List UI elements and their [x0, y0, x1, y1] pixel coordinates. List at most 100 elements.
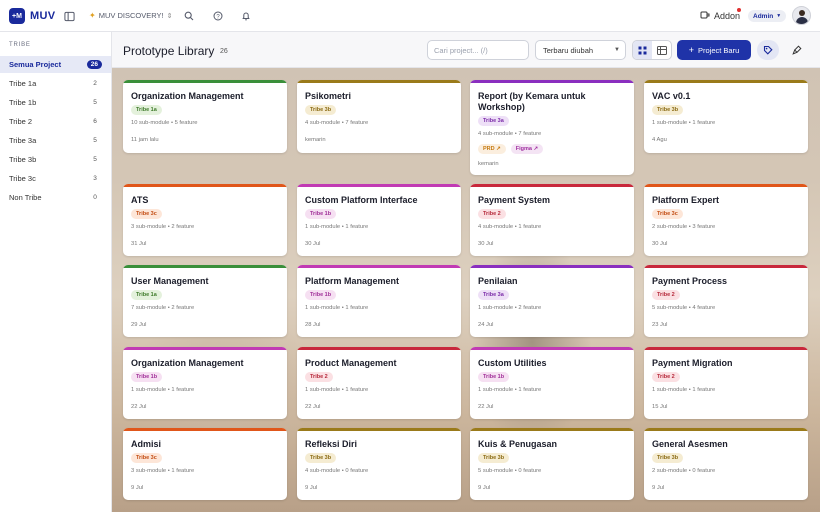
logo-text[interactable]: MUV	[30, 10, 55, 22]
project-stats: 1 sub-module • 1 feature	[652, 387, 716, 393]
chevron-down-icon: ▼	[776, 13, 782, 19]
addon-button[interactable]: Addon	[700, 8, 741, 22]
help-icon[interactable]: ?	[211, 9, 225, 23]
project-stats: 4 sub-module • 0 feature	[305, 468, 369, 474]
tribe-color-stripe	[123, 428, 287, 431]
project-card[interactable]: Platform Management Tribe 1b 1 sub-module …	[297, 265, 461, 337]
tribe-badge: Tribe 1a	[131, 105, 162, 115]
tribe-color-stripe	[470, 184, 634, 187]
sidebar-item-tribe-1b[interactable]: Tribe 1b 5	[0, 94, 111, 111]
sidebar-item-label: Tribe 3b	[9, 155, 37, 164]
project-card[interactable]: Refleksi Diri Tribe 3b 4 sub-module • 0 fe…	[297, 428, 461, 500]
project-stats: 4 sub-module • 7 feature	[305, 120, 369, 126]
role-selector[interactable]: Admin ▼	[748, 10, 787, 22]
tribe-color-stripe	[644, 265, 808, 268]
project-card[interactable]: Payment Process Tribe 2 5 sub-module • 4 f…	[644, 265, 808, 337]
figma-link[interactable]: Figma ↗	[510, 144, 544, 154]
chevron-updown-icon: ⇕	[166, 12, 173, 20]
sidebar-item-label: Non Tribe	[9, 193, 42, 202]
project-title: Report (by Kemara untuk Workshop)	[478, 91, 586, 112]
project-card[interactable]: Platform Expert Tribe 3c 2 sub-module • 3 …	[644, 184, 808, 256]
prd-link[interactable]: PRD ↗	[478, 144, 506, 154]
tribe-badge: Tribe 3c	[131, 209, 162, 219]
project-title: Platform Management	[305, 276, 400, 286]
logo-mark[interactable]: +M	[9, 8, 25, 24]
project-updated-date: 28 Jul	[305, 322, 321, 328]
sidebar-item-non-tribe[interactable]: Non Tribe 0	[0, 189, 111, 206]
sidebar-item-tribe-3a[interactable]: Tribe 3a 5	[0, 132, 111, 149]
project-title: Payment Migration	[652, 358, 733, 368]
tribe-color-stripe	[297, 80, 461, 83]
tag-icon[interactable]	[757, 40, 779, 60]
project-card[interactable]: Payment Migration Tribe 2 1 sub-module • 1…	[644, 347, 808, 419]
project-updated-date: 4 Agu	[652, 137, 667, 143]
project-updated-date: 30 Jul	[652, 241, 668, 247]
tribe-color-stripe	[297, 347, 461, 350]
project-title: User Management	[131, 276, 209, 286]
project-title: ATS	[131, 195, 149, 205]
project-card[interactable]: Custom Platform Interface Tribe 1b 1 sub-m…	[297, 184, 461, 256]
search-input[interactable]: Cari project... (/)	[427, 40, 529, 60]
sidebar-item-tribe-3b[interactable]: Tribe 3b 5	[0, 151, 111, 168]
project-card[interactable]: Custom Utilities Tribe 1b 1 sub-module • 1…	[470, 347, 634, 419]
project-title: Product Management	[305, 358, 397, 368]
sidebar-item-count: 5	[93, 156, 97, 163]
list-view-icon[interactable]	[652, 41, 671, 59]
tribe-badge: Tribe 2	[305, 372, 333, 382]
tribe-badge: Tribe 2	[652, 290, 680, 300]
project-card[interactable]: Report (by Kemara untuk Workshop) Tribe 3…	[470, 80, 634, 175]
page-title: Prototype Library	[123, 44, 215, 58]
library-header: Prototype Library 26 Cari project... (/)…	[112, 32, 820, 68]
project-card[interactable]: Kuis & Penugasan Tribe 3b 5 sub-module • 0…	[470, 428, 634, 500]
project-stats: 1 sub-module • 1 feature	[305, 305, 369, 311]
sort-select[interactable]: Terbaru diubah ▼	[535, 40, 626, 60]
project-card[interactable]: Admisi Tribe 3c 3 sub-module • 1 feature 9 …	[123, 428, 287, 500]
user-avatar[interactable]	[792, 6, 811, 25]
tribe-badge: Tribe 1b	[305, 290, 337, 300]
project-card[interactable]: ATS Tribe 3c 3 sub-module • 2 feature 31 Ju…	[123, 184, 287, 256]
sidebar-item-semua-project[interactable]: Semua Project 26	[0, 56, 111, 73]
tribe-badge: Tribe 3b	[478, 453, 510, 463]
tribe-badge: Tribe 3a	[478, 290, 509, 300]
project-stats: 2 sub-module • 0 feature	[652, 468, 716, 474]
project-card[interactable]: VAC v0.1 Tribe 3b 1 sub-module • 1 feature…	[644, 80, 808, 153]
search-icon[interactable]	[182, 9, 196, 23]
sidebar-item-tribe-1a[interactable]: Tribe 1a 2	[0, 75, 111, 92]
project-card[interactable]: Payment System Tribe 2 4 sub-module • 1 fe…	[470, 184, 634, 256]
tribe-color-stripe	[470, 80, 634, 83]
sidebar-item-count: 6	[93, 118, 97, 125]
sidebar-heading: TRIBE	[9, 42, 31, 48]
plus-icon: +	[688, 45, 694, 55]
sidebar-toggle-icon[interactable]	[62, 9, 76, 23]
project-card[interactable]: Organization Management Tribe 1b 1 sub-mod…	[123, 347, 287, 419]
sidebar-item-tribe-2[interactable]: Tribe 2 6	[0, 113, 111, 130]
project-updated-date: 30 Jul	[478, 241, 494, 247]
project-updated-date: 30 Jul	[305, 241, 321, 247]
grid-view-icon[interactable]	[633, 41, 652, 59]
tribe-color-stripe	[123, 347, 287, 350]
tribe-badge: Tribe 3b	[305, 453, 337, 463]
tribe-badge: Tribe 3c	[652, 209, 683, 219]
sidebar-item-count: 5	[93, 137, 97, 144]
project-card[interactable]: Organization Management Tribe 1a 10 sub-mo…	[123, 80, 287, 153]
project-card[interactable]: General Asesmen Tribe 3b 2 sub-module • 0 …	[644, 428, 808, 500]
project-updated-date: 24 Jul	[478, 322, 494, 328]
new-project-button[interactable]: + Project Baru	[677, 40, 751, 60]
workspace-label: MUV DISCOVERY!	[98, 11, 164, 20]
project-updated-date: 22 Jul	[305, 404, 321, 410]
workspace-switcher[interactable]: ✦ MUV DISCOVERY! ⇕	[89, 11, 172, 20]
sidebar-item-tribe-3c[interactable]: Tribe 3c 3	[0, 170, 111, 187]
project-card[interactable]: Penilaian Tribe 3a 1 sub-module • 2 featur…	[470, 265, 634, 337]
project-card[interactable]: Product Management Tribe 2 1 sub-module • …	[297, 347, 461, 419]
tribe-color-stripe	[644, 184, 808, 187]
brush-icon[interactable]	[786, 40, 808, 60]
sidebar-item-count: 2	[93, 80, 97, 87]
project-updated-date: 11 jam lalu	[131, 137, 159, 143]
project-card[interactable]: User Management Tribe 1a 7 sub-module • 2 …	[123, 265, 287, 337]
sidebar-item-label: Tribe 3a	[9, 136, 37, 145]
project-title: Organization Management	[131, 358, 244, 368]
bell-icon[interactable]	[239, 9, 253, 23]
role-label: Admin	[753, 12, 774, 20]
project-card[interactable]: Psikometri Tribe 3b 4 sub-module • 7 featu…	[297, 80, 461, 153]
project-updated-date: 29 Jul	[131, 322, 147, 328]
